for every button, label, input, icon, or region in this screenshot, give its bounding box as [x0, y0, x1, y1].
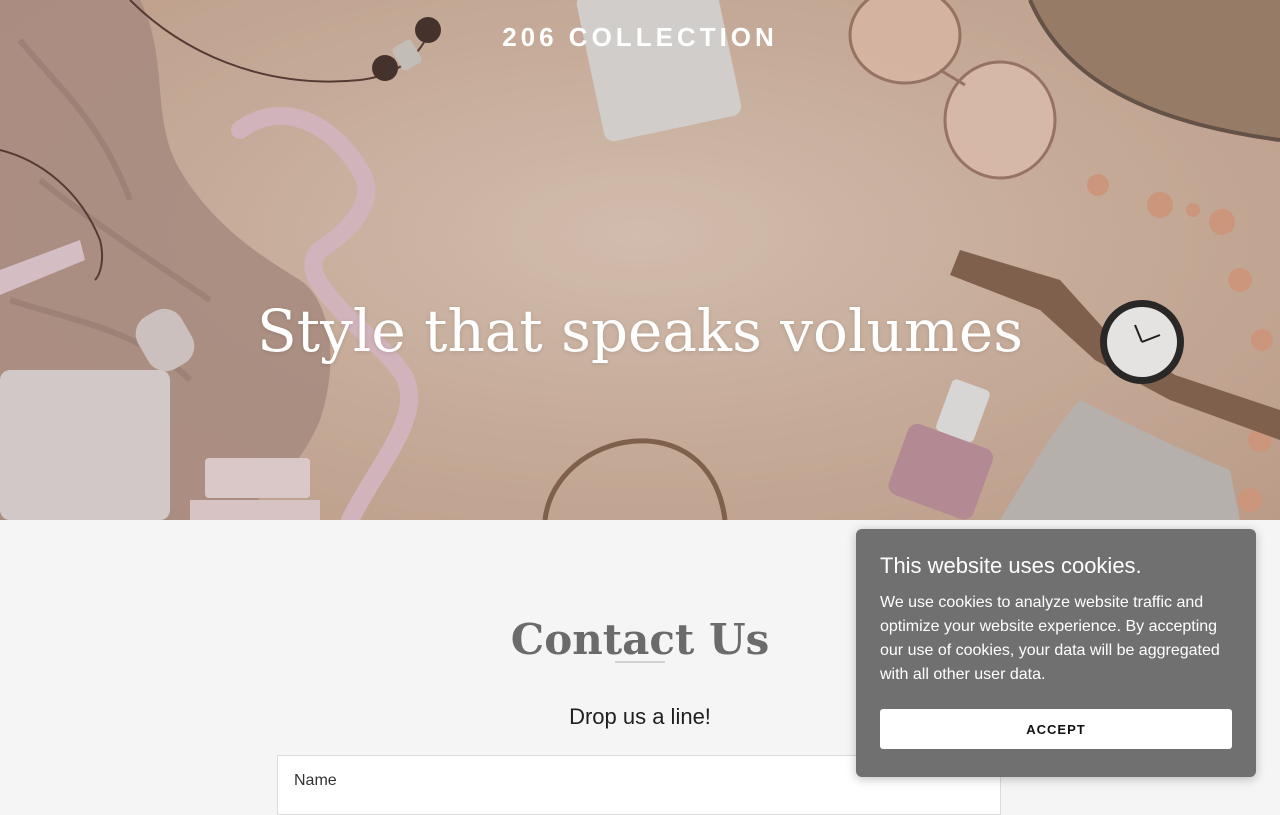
hero-title: Style that speaks volumes	[257, 296, 1023, 365]
cookie-banner: This website uses cookies. We use cookie…	[856, 529, 1256, 777]
hero-overlay	[0, 0, 1280, 520]
brand-logo-text[interactable]: 206 COLLECTION	[0, 22, 1280, 53]
accept-cookies-button[interactable]: ACCEPT	[880, 709, 1232, 749]
section-divider	[615, 661, 665, 663]
cookie-title: This website uses cookies.	[880, 553, 1142, 578]
name-field-label: Name	[294, 772, 337, 789]
hero-banner: 206 COLLECTION Style that speaks volumes	[0, 0, 1280, 520]
cookie-description: We use cookies to analyze website traffi…	[880, 594, 1220, 683]
